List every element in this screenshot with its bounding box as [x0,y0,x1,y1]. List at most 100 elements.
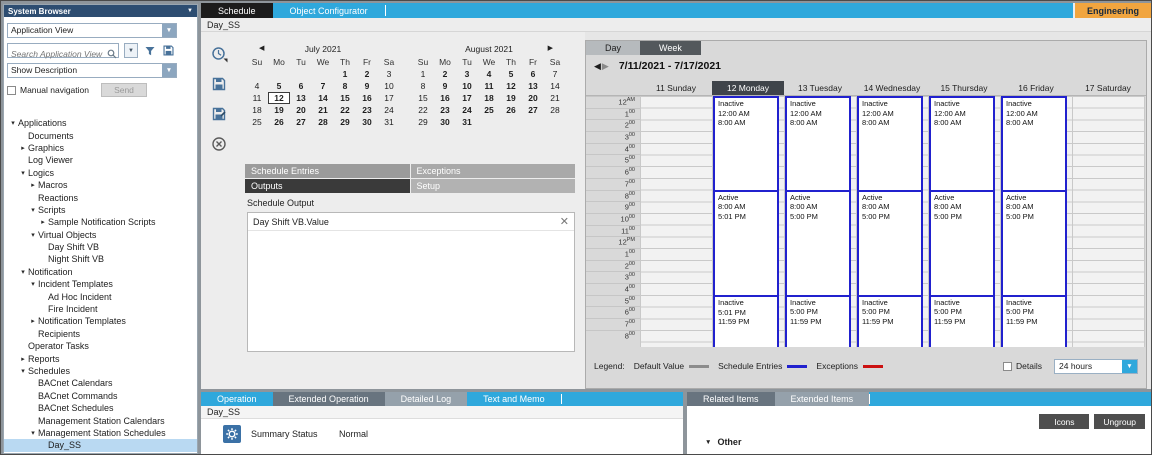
schedule-block-inactive[interactable]: Inactive5:00 PM11:59 PM [1001,295,1067,347]
command-gear-button[interactable] [223,425,241,443]
tree-item-log-viewer[interactable]: Log Viewer [4,154,197,166]
tree-item-day-ss[interactable]: Day_SS [4,439,197,451]
schedule-block-inactive[interactable]: Inactive5:01 PM11:59 PM [713,295,779,347]
tab-extended-operation[interactable]: Extended Operation [273,392,385,406]
tab-text-and-memo[interactable]: Text and Memo [467,392,561,406]
schedule-block-active[interactable]: Active8:00 AM5:00 PM [785,190,851,295]
date-cell[interactable]: 2 [356,68,378,80]
date-cell[interactable]: 25 [478,104,500,116]
date-cell[interactable]: 6 [290,80,312,92]
time-range-select[interactable]: 24 hours ▼ [1054,359,1138,374]
date-cell[interactable]: 26 [500,104,522,116]
chevron-down-icon[interactable]: ▼ [162,24,176,37]
expanded-arrow-icon[interactable]: ▾ [18,268,28,276]
tree-item-reports[interactable]: ▸Reports [4,352,197,364]
collapsed-arrow-icon[interactable]: ▸ [18,355,28,363]
search-options-button[interactable]: ▼ [124,43,138,58]
date-cell[interactable]: 8 [334,80,356,92]
date-cell[interactable]: 24 [456,104,478,116]
filter-button[interactable] [144,45,156,57]
date-cell[interactable]: 1 [412,68,434,80]
date-cell[interactable]: 13 [522,80,544,92]
expanded-arrow-icon[interactable]: ▾ [28,231,38,239]
date-cell[interactable]: 1 [334,68,356,80]
day-column-15-thursday[interactable]: Inactive12:00 AM8:00 AMActive8:00 AM5:00… [929,96,1001,347]
tab-extended-items[interactable]: Extended Items [775,392,870,406]
schedule-block-inactive[interactable]: Inactive5:00 PM11:59 PM [857,295,923,347]
schedule-block-inactive[interactable]: Inactive5:00 PM11:59 PM [929,295,995,347]
expanded-arrow-icon[interactable]: ▾ [28,206,38,214]
date-cell[interactable]: 14 [312,92,334,104]
date-cell[interactable]: 23 [356,104,378,116]
date-cell[interactable]: 14 [544,80,566,92]
date-cell[interactable]: 16 [434,92,456,104]
schedule-block-inactive[interactable]: Inactive12:00 AM8:00 AM [785,96,851,190]
chevron-down-icon[interactable]: ▼ [1122,360,1137,373]
collapsed-arrow-icon[interactable]: ▸ [28,181,38,189]
date-cell[interactable]: 20 [290,104,312,116]
details-checkbox[interactable] [1003,362,1012,371]
save-search-button[interactable] [162,44,175,57]
date-cell[interactable]: 16 [356,92,378,104]
date-cell[interactable]: 4 [246,80,268,92]
description-selector[interactable]: Show Description ▼ [7,63,177,78]
date-cell[interactable]: 18 [246,104,268,116]
date-cell[interactable]: 30 [356,116,378,128]
date-cell[interactable]: 25 [246,116,268,128]
schedule-block-active[interactable]: Active8:00 AM5:00 PM [857,190,923,295]
date-cell[interactable]: 11 [478,80,500,92]
date-cell[interactable]: 13 [290,92,312,104]
date-cell[interactable]: 22 [334,104,356,116]
day-header-14-wednesday[interactable]: 14 Wednesday [856,81,928,95]
date-cell[interactable]: 11 [246,92,268,104]
tree-item-documents[interactable]: Documents [4,129,197,141]
date-cell[interactable]: 19 [500,92,522,104]
schedule-block-inactive[interactable]: Inactive5:00 PM11:59 PM [785,295,851,347]
date-cell[interactable]: 24 [378,104,400,116]
tree-item-reactions[interactable]: Reactions [4,191,197,203]
tree-item-scripts[interactable]: ▾Scripts [4,204,197,216]
date-cell[interactable]: 3 [378,68,400,80]
tree-item-logics[interactable]: ▾Logics [4,167,197,179]
tree-item-virtual-objects[interactable]: ▾Virtual Objects [4,229,197,241]
day-header-17-saturday[interactable]: 17 Saturday [1072,81,1144,95]
tree-item-notification[interactable]: ▾Notification [4,266,197,278]
schedule-block-active[interactable]: Active8:00 AM5:01 PM [713,190,779,295]
manual-navigation-checkbox[interactable] [7,86,16,95]
schedule-block-inactive[interactable]: Inactive12:00 AM8:00 AM [713,96,779,190]
date-cell[interactable]: 4 [478,68,500,80]
tree-item-ad-hoc-incident[interactable]: Ad Hoc Incident [4,290,197,302]
date-cell[interactable]: 8 [412,80,434,92]
date-cell[interactable]: 9 [434,80,456,92]
entry-tab-outputs[interactable]: Outputs [245,179,410,193]
schedule-block-active[interactable]: Active8:00 AM5:00 PM [1001,190,1067,295]
collapsed-arrow-icon[interactable]: ▸ [38,218,48,226]
search-input[interactable] [8,48,118,61]
icons-button[interactable]: Icons [1039,414,1089,429]
date-cell[interactable]: 10 [378,80,400,92]
expanded-arrow-icon[interactable]: ▾ [8,119,18,127]
tab-day[interactable]: Day [586,41,640,55]
date-cell[interactable]: 27 [522,104,544,116]
tree-item-sample-notification-scripts[interactable]: ▸Sample Notification Scripts [4,216,197,228]
ungroup-button[interactable]: Ungroup [1094,414,1145,429]
day-column-16-friday[interactable]: Inactive12:00 AM8:00 AMActive8:00 AM5:00… [1001,96,1073,347]
date-cell[interactable]: 12 [268,92,290,104]
tree-item-notification-templates[interactable]: ▸Notification Templates [4,315,197,327]
day-header-16-friday[interactable]: 16 Friday [1000,81,1072,95]
date-cell[interactable]: 21 [544,92,566,104]
date-cell[interactable]: 28 [544,104,566,116]
tree-item-macros[interactable]: ▸Macros [4,179,197,191]
date-cell[interactable]: 5 [500,68,522,80]
tree-item-nightss[interactable]: NightSS [4,452,197,454]
tab-engineering[interactable]: Engineering [1073,3,1151,18]
date-cell[interactable]: 6 [522,68,544,80]
related-group-other[interactable]: ▼ Other [687,429,1151,447]
schedule-block-inactive[interactable]: Inactive12:00 AM8:00 AM [857,96,923,190]
date-cell[interactable]: 5 [268,80,290,92]
day-column-11-sunday[interactable] [641,96,713,347]
tree-item-applications[interactable]: ▾Applications [4,117,197,129]
date-cell[interactable]: 23 [434,104,456,116]
expanded-arrow-icon[interactable]: ▾ [28,429,38,437]
tab-related-items[interactable]: Related Items [687,392,775,406]
